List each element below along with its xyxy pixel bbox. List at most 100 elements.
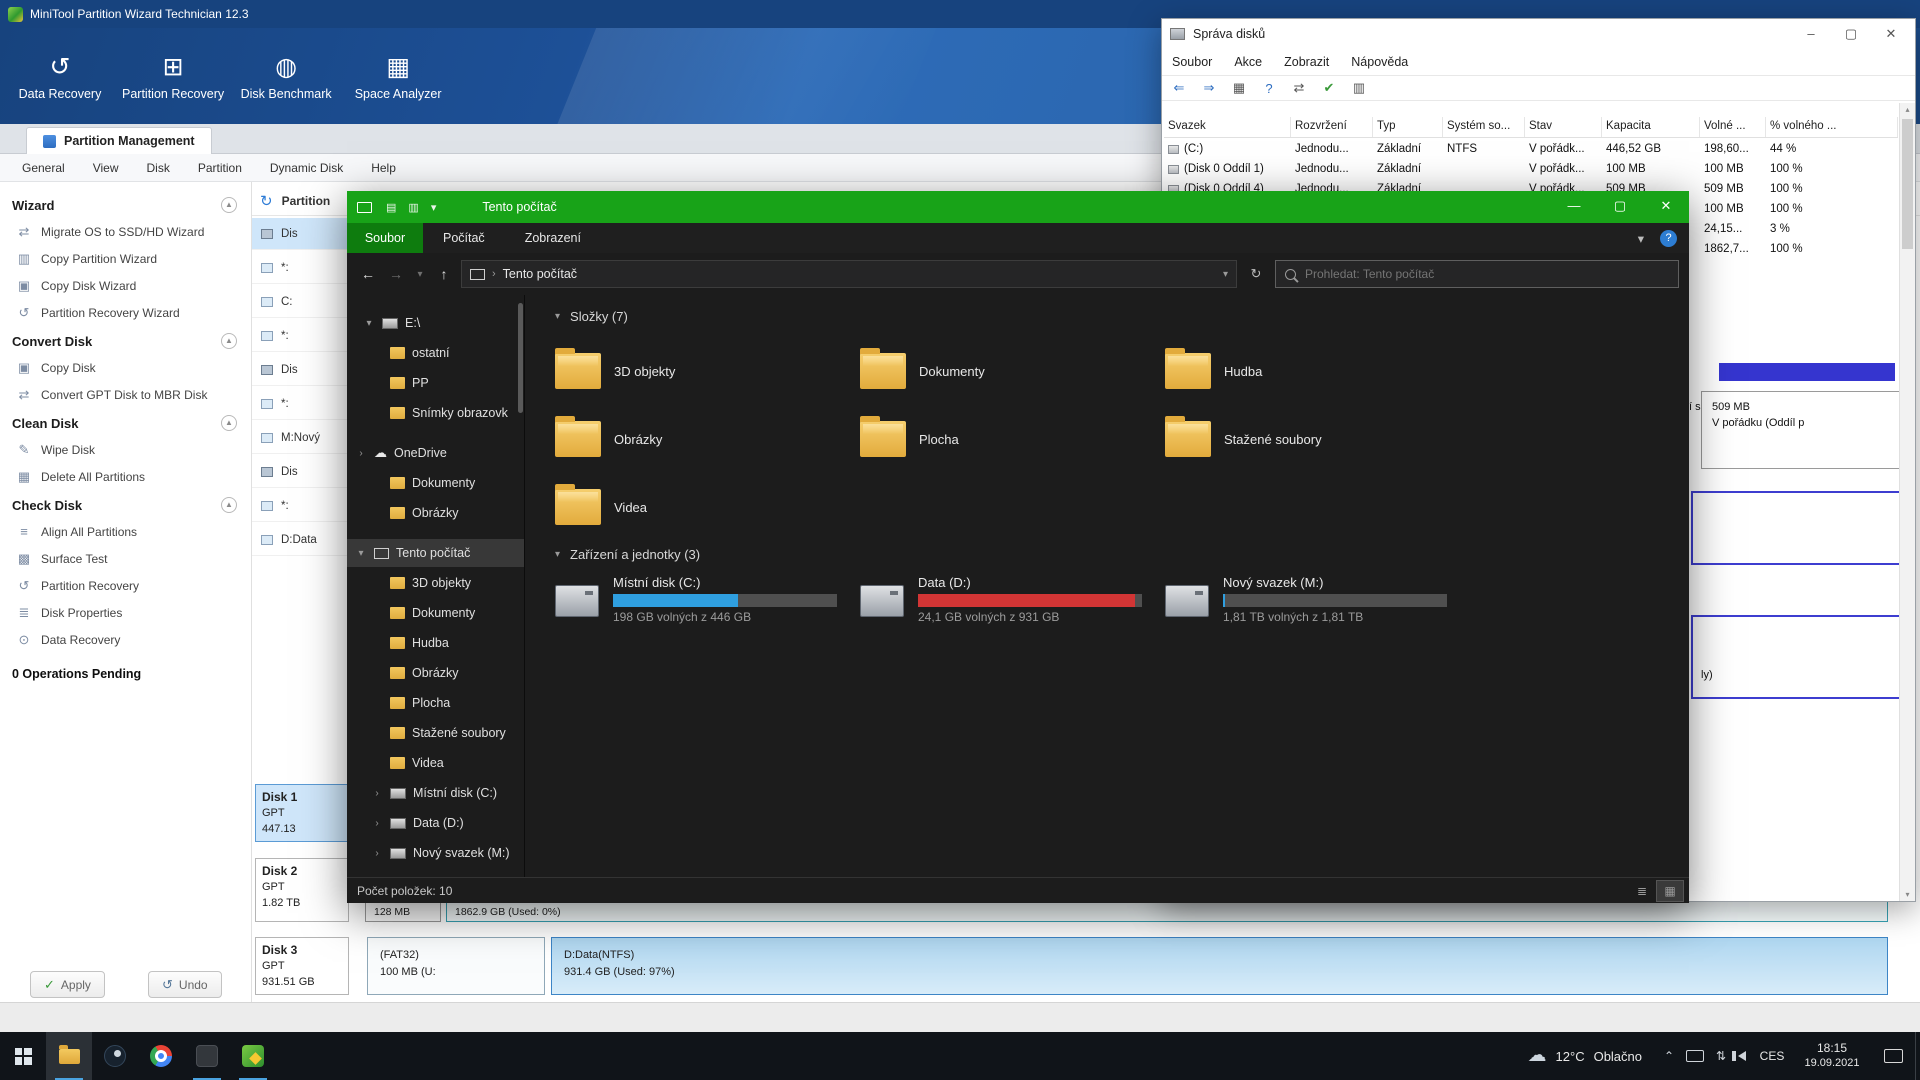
quick-access-chevron-icon[interactable]: ▾ xyxy=(431,201,437,214)
disk-3-partition-2[interactable]: D:Data(NTFS) 931.4 GB (Used: 97%) xyxy=(551,937,1888,995)
nav-item-folder[interactable]: PP xyxy=(347,369,525,397)
disk-2-label[interactable]: Disk 2 GPT 1.82 TB xyxy=(255,858,349,922)
sidebar-section-wizard[interactable]: Wizard▲ xyxy=(0,190,251,218)
nav-item-folder[interactable]: Obrázky xyxy=(347,499,525,527)
notification-center-icon[interactable] xyxy=(1884,1049,1903,1063)
chevron-right-icon[interactable]: › xyxy=(355,448,367,459)
sidebar-item-convert-gpt-mbr[interactable]: ⇄Convert GPT Disk to MBR Disk xyxy=(0,381,251,408)
sidebar-item-copy-disk-wizard[interactable]: ▣Copy Disk Wizard xyxy=(0,272,251,299)
drive-tile-d[interactable]: Data (D:) 24,1 GB volných z 931 GB xyxy=(860,573,1160,637)
nav-item-drive-m[interactable]: ›Nový svazek (M:) xyxy=(347,839,525,867)
sidebar-item-partition-recovery[interactable]: ↺Partition Recovery xyxy=(0,572,251,599)
address-dropdown-icon[interactable]: ▾ xyxy=(1223,269,1228,280)
minitool-menu-item[interactable]: Dynamic Disk xyxy=(270,161,343,175)
volume-row[interactable]: (Disk 0 Oddíl 1) Jednodu... Základní V p… xyxy=(1164,159,1898,179)
sidebar-section-convert-disk[interactable]: Convert Disk▲ xyxy=(0,326,251,354)
nav-item-folder[interactable]: Stažené soubory xyxy=(347,719,525,747)
disk-management-menu-item[interactable]: Akce xyxy=(1234,55,1262,69)
chevron-down-icon[interactable]: ▾ xyxy=(363,318,375,329)
column-header[interactable]: Svazek xyxy=(1164,117,1291,137)
check-icon[interactable]: ✔ xyxy=(1320,80,1338,96)
maximize-button[interactable]: ▢ xyxy=(1597,191,1643,223)
taskbar-steam[interactable] xyxy=(92,1032,138,1080)
nav-item-folder[interactable]: ostatní xyxy=(347,339,525,367)
close-button[interactable]: ✕ xyxy=(1871,22,1911,46)
maximize-button[interactable]: ▢ xyxy=(1831,22,1871,46)
folder-tile[interactable]: Plocha xyxy=(860,411,1152,467)
drive-tile-m[interactable]: Nový svazek (M:) 1,81 TB volných z 1,81 … xyxy=(1165,573,1465,637)
folder-tile[interactable]: 3D objekty xyxy=(555,343,847,399)
thumbnails-view-button[interactable]: ▦ xyxy=(1657,881,1683,901)
space-analyzer-button[interactable]: ▦ Space Analyzer xyxy=(348,52,448,101)
nav-item-folder[interactable]: Dokumenty xyxy=(347,469,525,497)
chevron-right-icon[interactable]: › xyxy=(371,788,383,799)
language-indicator[interactable]: CES xyxy=(1754,1049,1790,1063)
minitool-menu-item[interactable]: Help xyxy=(371,161,396,175)
folder-tile[interactable]: Dokumenty xyxy=(860,343,1152,399)
nav-item-folder[interactable]: Obrázky xyxy=(347,659,525,687)
drive-tile-c[interactable]: Místní disk (C:) 198 GB volných z 446 GB xyxy=(555,573,855,637)
refresh-icon[interactable]: ↻ xyxy=(1243,266,1269,282)
nav-item-this-pc[interactable]: ▾Tento počítač xyxy=(347,539,525,567)
quick-access-icon[interactable]: ▥ xyxy=(408,201,418,214)
sidebar-item-partition-recovery-wizard[interactable]: ↺Partition Recovery Wizard xyxy=(0,299,251,326)
close-button[interactable]: ✕ xyxy=(1643,191,1689,223)
sidebar-item-align-all-partitions[interactable]: ≡Align All Partitions xyxy=(0,518,251,545)
volume-block-509mb[interactable]: 509 MB V pořádku (Oddíl p xyxy=(1701,391,1901,469)
sidebar-section-clean-disk[interactable]: Clean Disk▲ xyxy=(0,408,251,436)
chevron-down-icon[interactable]: ▾ xyxy=(355,548,367,559)
group-header-folders[interactable]: ▾ Složky (7) xyxy=(555,309,628,324)
folder-tile[interactable]: Videa xyxy=(555,479,847,535)
breadcrumb[interactable]: Tento počítač xyxy=(503,267,577,281)
sidebar-item-delete-all-partitions[interactable]: ▦Delete All Partitions xyxy=(0,463,251,490)
back-button[interactable]: ← xyxy=(357,266,379,282)
sidebar-item-data-recovery[interactable]: ⊙Data Recovery xyxy=(0,626,251,653)
nav-item-onedrive[interactable]: ›☁OneDrive xyxy=(347,439,525,467)
taskbar-file-explorer[interactable] xyxy=(46,1032,92,1080)
collapse-chevron-icon[interactable]: ▲ xyxy=(221,333,237,349)
forward-button[interactable]: → xyxy=(385,266,407,282)
scroll-up-icon[interactable]: ▴ xyxy=(1900,105,1915,114)
disk-1-label[interactable]: Disk 1 GPT 447.13 xyxy=(255,784,349,842)
network-icon[interactable]: ⇅ xyxy=(1708,1049,1734,1063)
nav-item-folder[interactable]: Plocha xyxy=(347,689,525,717)
nav-item-folder[interactable]: Dokumenty xyxy=(347,599,525,627)
nav-scrollbar[interactable] xyxy=(518,303,523,413)
nav-item-folder[interactable]: Hudba xyxy=(347,629,525,657)
search-input[interactable] xyxy=(1305,267,1669,281)
volume-icon[interactable] xyxy=(1738,1051,1746,1061)
minimize-button[interactable]: — xyxy=(1551,191,1597,223)
taskbar-app[interactable] xyxy=(184,1032,230,1080)
undo-button[interactable]: ↺ Undo xyxy=(148,971,222,998)
quick-access-icon[interactable]: ▤ xyxy=(386,201,396,214)
folder-tile[interactable]: Stažené soubory xyxy=(1165,411,1457,467)
column-header[interactable]: % volného ... xyxy=(1766,117,1898,137)
ribbon-tab-computer[interactable]: Počítač xyxy=(423,231,505,245)
column-header[interactable]: Kapacita xyxy=(1602,117,1700,137)
ribbon-tab-file[interactable]: Soubor xyxy=(347,223,423,253)
volume-row[interactable]: (C:) Jednodu... Základní NTFS V pořádk..… xyxy=(1164,139,1898,159)
refresh-icon[interactable]: ↻ xyxy=(260,192,273,210)
nav-item-drive-c[interactable]: ›Místní disk (C:) xyxy=(347,779,525,807)
minitool-menu-item[interactable]: Disk xyxy=(147,161,170,175)
nav-item-folder[interactable]: Snímky obrazovk xyxy=(347,399,525,427)
partition-recovery-button[interactable]: ⊞ Partition Recovery xyxy=(122,52,224,101)
taskbar-weather[interactable]: ☁ 12°C Oblačno xyxy=(1514,1032,1656,1080)
minitool-menu-item[interactable]: General xyxy=(22,161,65,175)
column-header[interactable]: Systém so... xyxy=(1443,117,1525,137)
folder-tile[interactable]: Obrázky xyxy=(555,411,847,467)
nav-item-drive-d[interactable]: ›Data (D:) xyxy=(347,809,525,837)
chevron-right-icon[interactable]: › xyxy=(371,848,383,859)
nav-item-folder[interactable]: 3D objekty xyxy=(347,569,525,597)
clock[interactable]: 18:15 19.09.2021 xyxy=(1790,1041,1874,1071)
taskbar-minitool[interactable] xyxy=(230,1032,276,1080)
hidden-icons-chevron[interactable]: ⌃ xyxy=(1656,1049,1682,1063)
sidebar-item-copy-partition-wizard[interactable]: ▥Copy Partition Wizard xyxy=(0,245,251,272)
collapse-chevron-icon[interactable]: ▲ xyxy=(221,415,237,431)
nav-item-e-drive[interactable]: ▾E:\ xyxy=(347,309,525,337)
sidebar-item-migrate-os[interactable]: ⇄Migrate OS to SSD/HD Wizard xyxy=(0,218,251,245)
properties-icon[interactable]: ▥ xyxy=(1350,80,1368,96)
sidebar-item-copy-disk[interactable]: ▣Copy Disk xyxy=(0,354,251,381)
address-field[interactable]: › Tento počítač ▾ xyxy=(461,260,1237,288)
ribbon-expand-chevron-icon[interactable]: ▾ xyxy=(1638,231,1644,246)
